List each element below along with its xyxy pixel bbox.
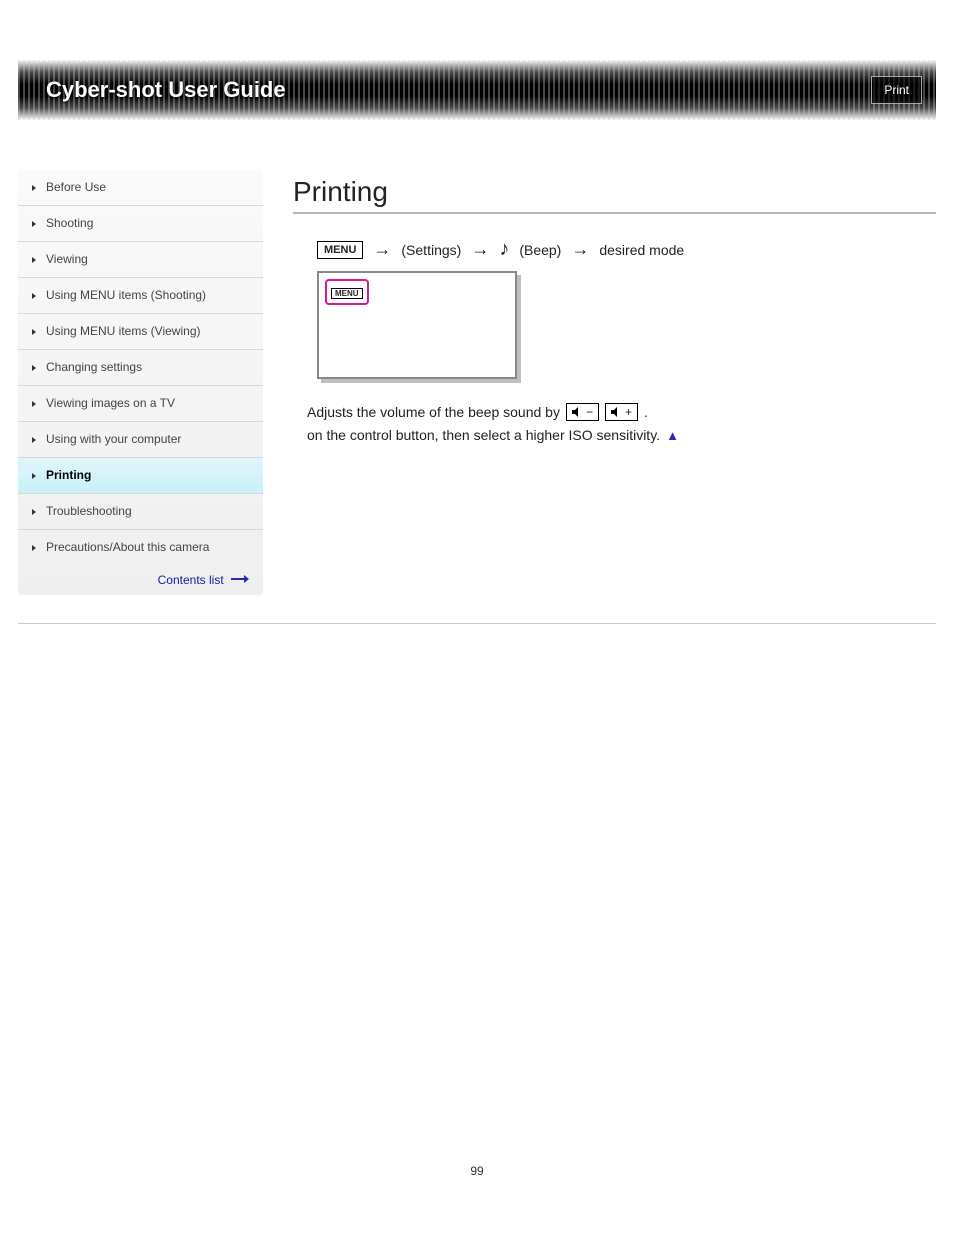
- contents-list-label: Contents list: [158, 573, 224, 587]
- instruction-text: Adjusts the volume of the beep sound by …: [307, 403, 936, 421]
- sidebar-item[interactable]: Viewing: [18, 242, 263, 278]
- menu-path: MENU → (Settings) → ♪ (Beep) → desired m…: [317, 238, 936, 261]
- sub-instruction-text: on the control button, then select a hig…: [307, 427, 660, 443]
- camera-diagram: MENU: [317, 271, 517, 379]
- instruction-suffix: .: [644, 404, 648, 420]
- sidebar-item[interactable]: Shooting: [18, 206, 263, 242]
- arrow-right-icon: →: [571, 239, 589, 260]
- diagram-menu-highlight: MENU: [325, 279, 369, 305]
- footer-divider: [18, 623, 936, 624]
- sidebar-item[interactable]: Using with your computer: [18, 422, 263, 458]
- sidebar-item[interactable]: Viewing images on a TV: [18, 386, 263, 422]
- page-header: Cyber-shot User Guide Print: [18, 60, 936, 120]
- page-title: Printing: [293, 176, 936, 208]
- print-link[interactable]: Print: [871, 76, 922, 104]
- sidebar-item[interactable]: Precautions/About this camera: [18, 530, 263, 565]
- sidebar-nav: Before UseShootingViewingUsing MENU item…: [18, 170, 263, 595]
- beep-label: (Beep): [519, 242, 561, 258]
- page-number: 99: [0, 1164, 954, 1178]
- sidebar-item[interactable]: Using MENU items (Shooting): [18, 278, 263, 314]
- sub-instruction: on the control button, then select a hig…: [307, 427, 936, 443]
- sidebar-item[interactable]: Before Use: [18, 170, 263, 206]
- settings-label: (Settings): [401, 242, 461, 258]
- instruction-prefix: Adjusts the volume of the beep sound by: [307, 404, 560, 420]
- header-title: Cyber-shot User Guide: [46, 77, 286, 103]
- main-content: Printing MENU → (Settings) → ♪ (Beep) → …: [293, 170, 936, 443]
- up-triangle-icon: ▲: [666, 428, 679, 443]
- sidebar-item[interactable]: Using MENU items (Viewing): [18, 314, 263, 350]
- sidebar-item[interactable]: Printing: [18, 458, 263, 494]
- volume-up-icon: +: [605, 403, 638, 421]
- sidebar-item[interactable]: Changing settings: [18, 350, 263, 386]
- speaker-icon: [611, 407, 623, 417]
- speaker-icon: [572, 407, 584, 417]
- arrow-right-icon: →: [373, 239, 391, 260]
- music-note-icon: ♪: [499, 238, 509, 261]
- arrow-right-icon: [231, 573, 249, 587]
- sidebar-item[interactable]: Troubleshooting: [18, 494, 263, 530]
- menu-button-icon: MENU: [317, 241, 363, 259]
- desired-mode-label: desired mode: [599, 242, 684, 258]
- contents-list-link[interactable]: Contents list: [18, 565, 263, 595]
- menu-button-icon: MENU: [331, 288, 363, 299]
- title-divider: [293, 212, 936, 214]
- volume-down-icon: −: [566, 403, 599, 421]
- arrow-right-icon: →: [471, 239, 489, 260]
